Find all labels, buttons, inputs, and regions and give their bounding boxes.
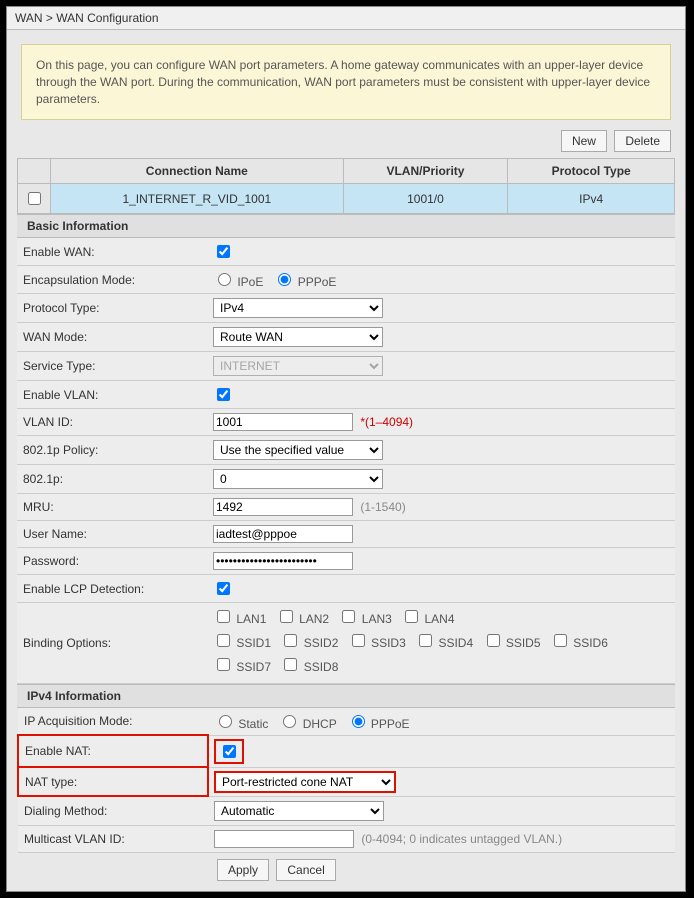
delete-button[interactable]: Delete <box>614 130 671 152</box>
label-dialing-method: Dialing Method: <box>18 796 208 825</box>
vlan-id-hint: *(1–4094) <box>360 415 413 429</box>
label-8021p: 802.1p: <box>17 465 207 494</box>
select-all-header <box>18 159 51 184</box>
bind-ssid7-checkbox[interactable] <box>217 658 230 671</box>
label-service-type: Service Type: <box>17 352 207 381</box>
section-basic-information: Basic Information <box>17 214 675 238</box>
label-ip-acquisition: IP Acquisition Mode: <box>18 708 208 736</box>
bind-ssid8-checkbox[interactable] <box>284 658 297 671</box>
label-enable-lcp: Enable LCP Detection: <box>17 575 207 603</box>
label-wan-mode: WAN Mode: <box>17 323 207 352</box>
service-type-select: INTERNET <box>213 356 383 376</box>
label-protocol-type: Protocol Type: <box>17 294 207 323</box>
label-username: User Name: <box>17 521 207 548</box>
basic-form: Enable WAN: Encapsulation Mode: IPoE PPP… <box>17 238 675 683</box>
dot1p-policy-select[interactable]: Use the specified value <box>213 440 383 460</box>
binding-options: LAN1 LAN2 LAN3 LAN4 SSID1 SSID2 SSID3 SS… <box>207 603 675 683</box>
enable-wan-checkbox[interactable] <box>217 245 230 258</box>
bind-ssid3-checkbox[interactable] <box>352 634 365 647</box>
enable-vlan-checkbox[interactable] <box>217 388 230 401</box>
bind-ssid6-checkbox[interactable] <box>554 634 567 647</box>
bind-lan1-checkbox[interactable] <box>217 610 230 623</box>
mru-hint: (1-1540) <box>360 500 405 514</box>
protocol-type-select[interactable]: IPv4 <box>213 298 383 318</box>
bind-ssid2-checkbox[interactable] <box>284 634 297 647</box>
breadcrumb: WAN > WAN Configuration <box>7 7 685 30</box>
bind-ssid5-checkbox[interactable] <box>487 634 500 647</box>
nat-type-select[interactable]: Port-restricted cone NAT <box>215 772 395 792</box>
encap-ipoe-label: IPoE <box>237 275 263 289</box>
wan-config-panel: WAN > WAN Configuration On this page, yo… <box>6 6 686 892</box>
col-protocol-type: Protocol Type <box>508 159 675 184</box>
cell-vlan: 1001/0 <box>343 184 508 214</box>
cancel-button[interactable]: Cancel <box>276 859 335 881</box>
connection-table: Connection Name VLAN/Priority Protocol T… <box>17 158 675 214</box>
new-button[interactable]: New <box>561 130 607 152</box>
ipacq-pppoe-radio[interactable] <box>352 715 365 728</box>
enable-nat-checkbox[interactable] <box>223 745 236 758</box>
cell-proto: IPv4 <box>508 184 675 214</box>
ipacq-static-radio[interactable] <box>219 715 232 728</box>
label-encapsulation-mode: Encapsulation Mode: <box>17 266 207 294</box>
bind-ssid4-checkbox[interactable] <box>419 634 432 647</box>
row-select-checkbox[interactable] <box>28 192 41 205</box>
table-row[interactable]: 1_INTERNET_R_VID_1001 1001/0 IPv4 <box>18 184 675 214</box>
bottom-actions: Apply Cancel <box>7 853 685 891</box>
vlan-id-input[interactable] <box>213 413 353 431</box>
dot1p-select[interactable]: 0 <box>213 469 383 489</box>
info-box: On this page, you can configure WAN port… <box>21 44 671 120</box>
multicast-vlan-input[interactable] <box>214 830 354 848</box>
wan-mode-select[interactable]: Route WAN <box>213 327 383 347</box>
label-enable-wan: Enable WAN: <box>17 238 207 266</box>
enable-lcp-checkbox[interactable] <box>217 582 230 595</box>
bind-lan4-checkbox[interactable] <box>405 610 418 623</box>
bind-lan2-checkbox[interactable] <box>280 610 293 623</box>
label-nat-type: NAT type: <box>18 767 208 796</box>
ipacq-dhcp-radio[interactable] <box>283 715 296 728</box>
username-input[interactable] <box>213 525 353 543</box>
label-8021p-policy: 802.1p Policy: <box>17 436 207 465</box>
password-input[interactable] <box>213 552 353 570</box>
mru-input[interactable] <box>213 498 353 516</box>
col-vlan-priority: VLAN/Priority <box>343 159 508 184</box>
dialing-method-select[interactable]: Automatic <box>214 801 384 821</box>
apply-button[interactable]: Apply <box>217 859 269 881</box>
encap-pppoe-label: PPPoE <box>298 275 337 289</box>
bind-ssid1-checkbox[interactable] <box>217 634 230 647</box>
label-password: Password: <box>17 548 207 575</box>
encap-ipoe-radio[interactable] <box>218 273 231 286</box>
label-enable-nat: Enable NAT: <box>18 735 208 767</box>
label-vlan-id: VLAN ID: <box>17 409 207 436</box>
label-binding-options: Binding Options: <box>17 603 207 683</box>
multicast-vlan-hint: (0-4094; 0 indicates untagged VLAN.) <box>361 832 562 846</box>
col-connection-name: Connection Name <box>51 159 344 184</box>
label-mru: MRU: <box>17 494 207 521</box>
label-multicast-vlan: Multicast VLAN ID: <box>18 825 208 852</box>
ipv4-form: IP Acquisition Mode: Static DHCP PPPoE E… <box>17 708 675 853</box>
cell-connection-name: 1_INTERNET_R_VID_1001 <box>51 184 344 214</box>
section-ipv4-information: IPv4 Information <box>17 684 675 708</box>
encap-pppoe-radio[interactable] <box>278 273 291 286</box>
bind-lan3-checkbox[interactable] <box>342 610 355 623</box>
label-enable-vlan: Enable VLAN: <box>17 381 207 409</box>
action-bar: New Delete <box>7 130 685 158</box>
